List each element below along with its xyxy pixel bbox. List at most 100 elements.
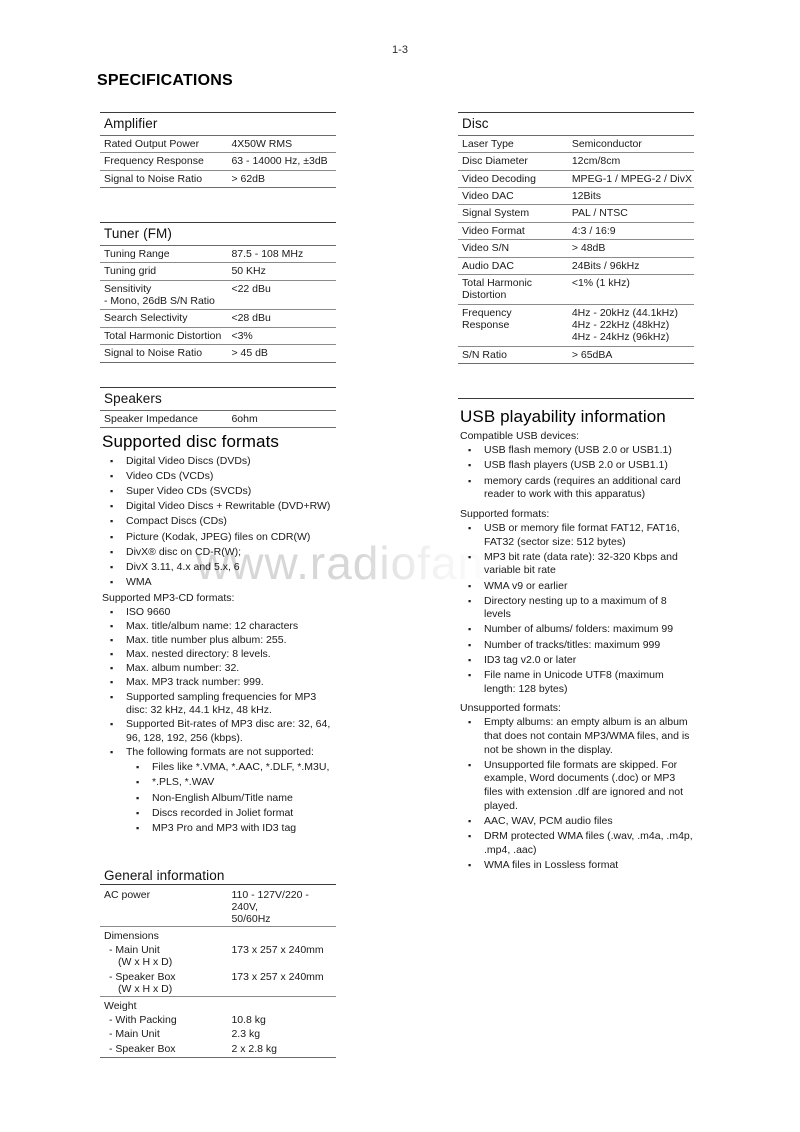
list-item-label: File name in Unicode UTF8 (maximum lengt…: [484, 668, 664, 695]
table-row: Frequency Response 63 - 14000 Hz, ±3dB: [100, 152, 336, 171]
row-value: [227, 295, 336, 311]
tuner-heading: Tuner (FM): [100, 222, 336, 246]
list-item: ▪ Supported sampling frequencies for MP3 …: [100, 691, 336, 718]
list-item: ▪ Digital Video Discs (DVDs): [100, 455, 336, 469]
list-item-label: Compact Discs (CDs): [126, 515, 227, 528]
list-item: ▪ Max. title/album name: 12 characters: [100, 620, 336, 634]
bullet-icon: ▪: [110, 677, 114, 688]
bullet-icon: ▪: [468, 759, 472, 770]
list-item: ▪ Non-English Album/Title name: [126, 792, 336, 806]
speaker-box-dims-label: (W x H x D): [118, 983, 173, 996]
row-key: Dimensions: [100, 925, 228, 943]
list-item: ▪ Empty albums: an empty album is an albu…: [458, 716, 694, 757]
table-row: Video Format 4:3 / 16:9: [458, 222, 694, 241]
row-value: 173 x 257 x 240mm: [231, 944, 324, 957]
list-item-label: Max. title/album name: 12 characters: [126, 619, 299, 632]
row-key: - Main Unit: [109, 1028, 160, 1041]
list-item-label: Digital Video Discs (DVDs): [126, 454, 251, 467]
list-item-label: Picture (Kodak, JPEG) files on CDR(W): [126, 530, 311, 543]
freq-key-line2: Response: [462, 319, 510, 332]
list-item-label: WMA: [126, 576, 152, 589]
bullet-icon: ▪: [110, 546, 114, 557]
row-value: MPEG-1 / MPEG-2 / DivX: [567, 170, 694, 189]
row-value: 24Bits / 96kHz: [567, 257, 694, 275]
bullet-icon: ▪: [468, 717, 472, 728]
supported-disc-formats-list: ▪ Digital Video Discs (DVDs) ▪ Video CDs (…: [100, 455, 336, 590]
list-item: ▪ Picture (Kodak, JPEG) files on CDR(W): [100, 531, 336, 545]
list-item-label: ID3 tag v2.0 or later: [484, 653, 577, 666]
list-item-label: Number of albums/ folders: maximum 99: [484, 623, 674, 636]
table-row: Total Harmonic Distortion <1% (1 kHz): [458, 274, 694, 305]
main-unit-label: - Main Unit: [109, 944, 160, 957]
table-row: - Speaker Box (W x H x D) 173 x 257 x 24…: [100, 969, 336, 996]
freq-value-line2: 4Hz - 22kHz (48kHz): [571, 319, 670, 332]
bullet-icon: ▪: [468, 595, 472, 606]
row-value: 173 x 257 x 240mm: [231, 970, 324, 983]
usb-unsupported-lead: Unsupported formats:: [460, 702, 561, 715]
list-item-label: WMA v9 or earlier: [484, 579, 568, 592]
table-row: Search Selectivity <28 dBu: [100, 309, 336, 328]
row-value: 110 - 127V/220 - 240V, 50/60Hz: [227, 883, 336, 927]
bullet-icon: ▪: [110, 455, 114, 466]
bullet-icon: ▪: [110, 606, 114, 617]
bullet-icon: ▪: [468, 624, 472, 635]
bullet-icon: ▪: [468, 522, 472, 533]
bullet-icon: ▪: [110, 620, 114, 631]
list-item: ▪ memory cards (requires an additional ca…: [458, 475, 694, 502]
table-row: - Speaker Box 2 x 2.8 kg: [100, 1040, 336, 1059]
main-unit-dims-label: (W x H x D): [118, 956, 173, 969]
bullet-icon: ▪: [468, 639, 472, 650]
row-value: 10.8 kg: [231, 1013, 266, 1026]
right-column: Disc Laser Type Semiconductor Disc Diame…: [458, 112, 694, 874]
bullet-icon: ▪: [468, 815, 472, 826]
list-item: ▪ USB flash players (USB 2.0 or USB1.1): [458, 459, 694, 473]
row-key: Signal System: [458, 204, 568, 223]
bullet-icon: ▪: [110, 516, 114, 527]
table-row: Video DAC 12Bits: [458, 187, 694, 206]
table-row: Frequency Response 4Hz - 20kHz (44.1kHz)…: [458, 304, 694, 347]
list-item-label: USB or memory file format FAT12, FAT16, …: [484, 521, 680, 548]
list-item: ▪ Compact Discs (CDs): [100, 515, 336, 529]
list-item: ▪ Max. title number plus album: 255.: [100, 634, 336, 648]
thd-key-line1: Total Harmonic: [462, 276, 533, 289]
list-item: ▪ MP3 bit rate (data rate): 32-320 Kbps a…: [458, 551, 694, 578]
list-item: ▪ The following formats are not supporte…: [100, 746, 336, 835]
table-row: Tuning grid 50 KHz: [100, 262, 336, 281]
page-number: 1-3: [392, 44, 408, 56]
table-row: - With Packing 10.8 kg: [100, 1012, 336, 1026]
list-item-label: Empty albums: an empty album is an album…: [484, 716, 690, 756]
row-key: Total Harmonic Distortion: [458, 274, 568, 305]
ac-power-line2: 50/60Hz: [231, 913, 271, 926]
list-item-label: Files like *.VMA, *.AAC, *.DLF, *.M3U,: [152, 761, 330, 774]
bullet-icon: ▪: [110, 719, 114, 730]
left-column: Amplifier Rated Output Power 4X50W RMS F…: [100, 112, 336, 1062]
list-item-label: Supported sampling frequencies for MP3 d…: [126, 690, 317, 717]
row-key: S/N Ratio: [458, 346, 568, 365]
row-value: [227, 925, 336, 943]
freq-value-line3: 4Hz - 24kHz (96kHz): [571, 331, 670, 344]
list-item-label: Max. album number: 32.: [126, 662, 240, 675]
page-title: SPECIFICATIONS: [97, 72, 233, 89]
bullet-icon: ▪: [110, 747, 114, 758]
bullet-icon: ▪: [110, 486, 114, 497]
bullet-icon: ▪: [110, 577, 114, 588]
bullet-icon: ▪: [468, 551, 472, 562]
usb-playability-heading: USB playability information: [460, 407, 666, 427]
table-row: Signal to Noise Ratio > 45 dB: [100, 344, 336, 363]
row-key: Sensitivity: [104, 282, 152, 295]
bullet-icon: ▪: [468, 830, 472, 841]
row-key: Tuning grid: [100, 262, 228, 281]
row-key: Video Decoding: [458, 170, 568, 189]
row-value: <3%: [227, 327, 336, 346]
list-item: ▪ Supported Bit-rates of MP3 disc are: 32…: [100, 718, 336, 745]
amplifier-table: Amplifier Rated Output Power 4X50W RMS F…: [100, 112, 336, 189]
bullet-icon: ▪: [136, 792, 140, 803]
table-row: Disc Diameter 12cm/8cm: [458, 152, 694, 171]
list-item-label: USB flash players (USB 2.0 or USB1.1): [484, 459, 668, 472]
table-row: - Main Unit 2.3 kg: [100, 1026, 336, 1040]
mp3-formats-lead: Supported MP3-CD formats:: [102, 591, 235, 604]
bullet-icon: ▪: [110, 561, 114, 572]
table-section-heading: Disc: [458, 112, 694, 136]
table-row-continuation: - Mono, 26dB S/N Ratio: [100, 295, 336, 311]
row-value: <28 dBu: [227, 309, 336, 328]
